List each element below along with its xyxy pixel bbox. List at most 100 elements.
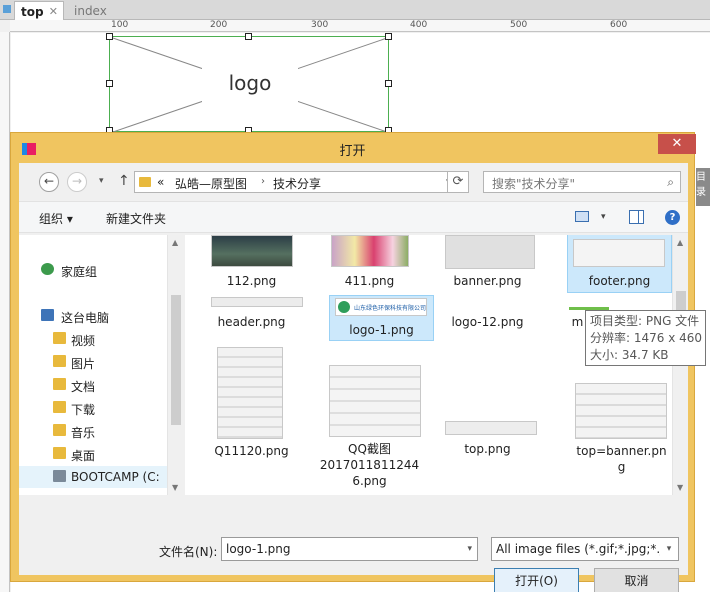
file-item-selected[interactable]: 山东绿色环保科技有限公司 logo-1.png [317,295,434,341]
folder-icon [139,177,151,187]
desktop-folder-icon [53,447,66,459]
chevron-right-icon[interactable]: › [261,176,265,187]
tree-item-pictures[interactable]: 图片 [19,351,167,373]
cancel-button[interactable]: 取消 [594,568,679,592]
resize-handle[interactable] [106,33,113,40]
new-folder-button[interactable]: 新建文件夹 [106,210,166,227]
tab-label: top [21,5,44,19]
image-thumbnail [575,383,667,439]
file-item[interactable]: banner.png [435,235,540,295]
file-name: logo-1.png [349,323,414,337]
file-name-line: 6.png [352,474,387,488]
command-toolbar: 组织 ▾ 新建文件夹 ▾ ? [19,201,688,233]
tooltip-size: 大小: 34.7 KB [590,348,669,362]
back-button[interactable]: ← [39,172,59,192]
ruler-label: 600 [610,20,628,30]
thumbnail-caption: 山东绿色环保科技有限公司 [354,305,427,312]
image-thumbnail [445,421,537,435]
file-type-value: All image files (*.gif;*.jpg;*.jp [496,542,672,556]
chevron-down-icon[interactable]: ▾ [601,212,606,222]
tab-menu-icon[interactable] [3,5,11,13]
file-name: top.png [464,442,511,456]
tree-item-videos[interactable]: 视频 [19,328,167,350]
up-folder-button[interactable]: ↑ [118,173,130,189]
dialog-title: 打开 [339,144,366,159]
tree-item-documents[interactable]: 文档 [19,374,167,396]
tree-item-music[interactable]: 音乐 [19,420,167,442]
search-icon[interactable]: ⌕ [667,175,674,190]
close-button[interactable]: ✕ [658,134,696,154]
file-item[interactable]: QQ截图 2017011811244 6.png [317,365,422,490]
resize-handle[interactable] [106,80,113,87]
tab-top[interactable]: top ✕ [14,1,64,20]
scroll-down-icon[interactable]: ▼ [172,483,178,492]
search-input[interactable]: 搜索"技术分享" ⌕ [483,171,681,193]
file-item[interactable]: header.png [199,297,304,337]
tree-item-label: 音乐 [71,426,96,440]
filename-value: logo-1.png [226,542,291,556]
dialog-titlebar[interactable]: 打开 ✕ [11,133,696,163]
ruler-label: 300 [311,20,329,30]
file-item[interactable]: 112.png [199,235,304,295]
organize-button[interactable]: 组织 ▾ [39,210,73,227]
vertical-ruler [0,32,10,592]
chevron-down-icon[interactable]: ▾ [467,544,472,554]
image-thumbnail [329,365,421,437]
file-item[interactable]: top=banner.pn g [553,383,667,483]
resize-handle[interactable] [385,80,392,87]
tooltip-resolution: 分辨率: 1476 x 460 [590,331,703,345]
tab-index[interactable]: index [68,1,124,20]
tree-scrollbar[interactable]: ▲ ▼ [167,235,183,495]
file-item[interactable]: 411.png [317,235,422,295]
obscured-button[interactable]: 目录 [696,168,710,206]
folder-icon [53,378,66,390]
widget-label: logo [228,71,272,95]
file-item[interactable]: footer.png [553,235,672,295]
scroll-thumb[interactable] [171,295,181,425]
file-item[interactable]: Q11120.png [199,347,304,462]
preview-pane-icon[interactable] [629,210,644,224]
address-bar[interactable]: « 弘皓—原型图 › 技术分享 ▾ [134,171,465,193]
tooltip-type: 项目类型: PNG 文件 [590,314,700,328]
filename-input[interactable]: logo-1.png ▾ [221,537,478,561]
tree-item-bootcamp-drive[interactable]: BOOTCAMP (C: [19,466,167,488]
image-thumbnail [573,239,665,267]
resize-handle[interactable] [245,33,252,40]
logo-placeholder-widget[interactable]: logo [109,36,390,133]
file-name-line: g [617,460,626,474]
tree-item-label: 图片 [71,357,96,371]
tree-item-downloads[interactable]: 下载 [19,397,167,419]
tree-item-label: BOOTCAMP (C: [71,470,160,484]
resize-handle[interactable] [385,33,392,40]
breadcrumb-overflow[interactable]: « [157,175,164,189]
scroll-up-icon[interactable]: ▲ [172,238,178,247]
scroll-up-icon[interactable]: ▲ [677,238,683,247]
image-thumbnail: 山东绿色环保科技有限公司 [335,298,427,316]
file-type-select[interactable]: All image files (*.gif;*.jpg;*.jp ▾ [491,537,679,561]
dialog-body: ← → ▾ ↑ « 弘皓—原型图 › 技术分享 ▾ ⟳ 搜索"技术分享" ⌕ 组… [19,163,688,592]
open-button[interactable]: 打开(O) [494,568,579,592]
search-placeholder: 搜索"技术分享" [492,177,576,191]
recent-locations-dropdown[interactable]: ▾ [99,176,104,186]
image-thumbnail [331,235,409,267]
view-icon[interactable] [575,211,589,222]
refresh-icon: ⟳ [452,174,464,189]
homegroup-icon [41,263,54,275]
help-icon[interactable]: ? [665,210,680,225]
file-name: 112.png [226,274,277,288]
tree-item-label: 下载 [71,403,96,417]
tree-item-desktop[interactable]: 桌面 [19,443,167,465]
scroll-down-icon[interactable]: ▼ [677,483,683,492]
breadcrumb-item[interactable]: 弘皓—原型图 [175,175,247,192]
file-name: footer.png [588,274,651,288]
forward-button[interactable]: → [67,172,87,192]
refresh-button[interactable]: ⟳ [447,171,469,193]
close-icon[interactable]: ✕ [49,5,58,18]
tree-item-homegroup[interactable]: 家庭组 [19,259,167,281]
image-thumbnail [217,347,283,439]
tree-item-this-pc[interactable]: 这台电脑 [19,305,167,327]
folder-icon [53,332,66,344]
breadcrumb-item[interactable]: 技术分享 [273,175,321,192]
file-item[interactable]: top.png [435,421,540,457]
document-tabbar: top ✕ index [0,0,710,20]
